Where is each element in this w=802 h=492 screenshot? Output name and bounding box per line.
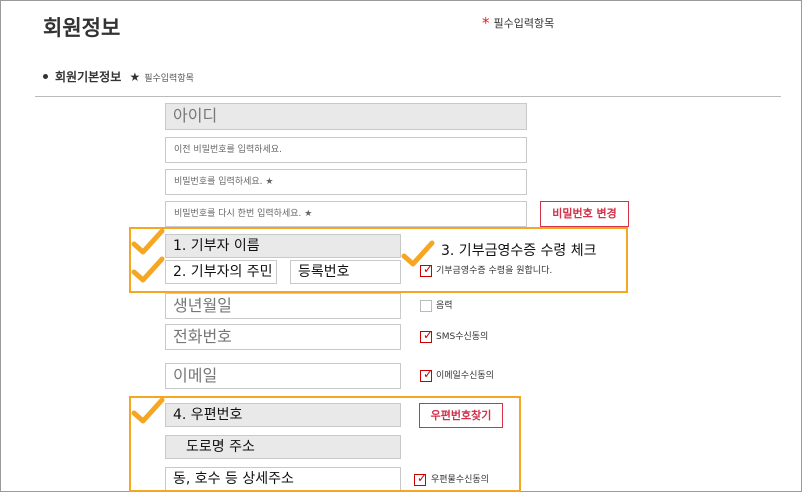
section-sub: 필수입력항목 xyxy=(144,74,194,84)
change-password-button[interactable]: 비밀번호 변경 xyxy=(540,201,629,227)
email-consent-checkbox[interactable]: ✓ xyxy=(420,367,434,382)
receipt-annotation: 3. 기부금영수증 수령 체크 xyxy=(441,243,597,259)
required-note: * 필수입력항목 xyxy=(482,14,554,32)
donor-info-highlight xyxy=(129,227,628,293)
orange-checkmark-icon xyxy=(131,397,165,424)
check-tick-icon: ✓ xyxy=(423,367,434,381)
orange-checkmark-icon xyxy=(131,256,165,283)
required-note-text: 필수입력항목 xyxy=(493,17,555,30)
email-field[interactable]: 이메일 xyxy=(165,363,401,389)
email-consent-label: 이메일수신동의 xyxy=(436,371,494,381)
bullet-icon xyxy=(43,74,48,79)
section-title: 회원기본정보 xyxy=(55,70,122,84)
user-id-field[interactable]: 아이디 xyxy=(165,103,527,130)
lunar-checkbox[interactable] xyxy=(420,300,432,312)
section-heading: 회원기본정보 ★ 필수입력항목 xyxy=(43,68,194,85)
confirm-password-field[interactable]: 비밀번호를 다시 한번 입력하세요. ★ xyxy=(165,201,527,227)
check-tick-icon: ✓ xyxy=(423,328,434,342)
lunar-label: 음력 xyxy=(436,301,453,311)
current-password-field[interactable]: 이전 비밀번호를 입력하세요. xyxy=(165,137,527,163)
orange-checkmark-icon xyxy=(401,240,435,267)
star-icon: ★ xyxy=(129,70,141,84)
sms-checkbox[interactable]: ✓ xyxy=(420,328,434,343)
required-star: * xyxy=(482,14,490,32)
birthdate-field[interactable]: 생년월일 xyxy=(165,293,401,319)
page-title: 회원정보 xyxy=(43,16,121,40)
section-divider xyxy=(35,96,781,97)
orange-checkmark-icon xyxy=(131,228,165,255)
address-highlight xyxy=(129,396,521,492)
sms-label: SMS수신동의 xyxy=(436,332,489,342)
phone-field[interactable]: 전화번호 xyxy=(165,324,401,350)
new-password-field[interactable]: 비밀번호를 입력하세요. ★ xyxy=(165,169,527,195)
